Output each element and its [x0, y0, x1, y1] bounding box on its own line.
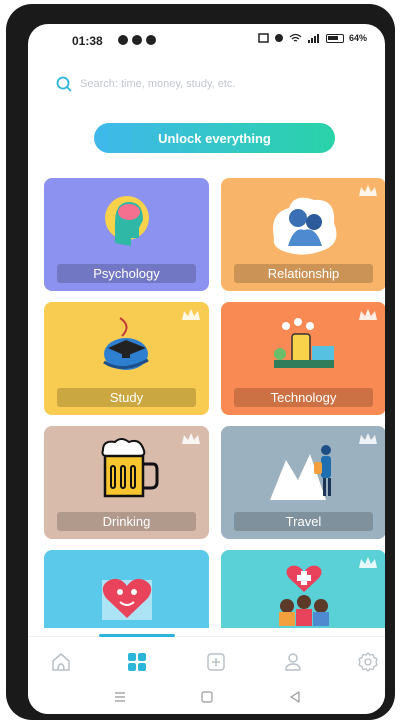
- back-icon[interactable]: [288, 690, 302, 704]
- status-time: 01:38: [72, 34, 103, 48]
- alarm-icon: [275, 34, 283, 42]
- category-label: Psychology: [57, 264, 196, 283]
- category-card-family[interactable]: [221, 550, 385, 628]
- battery-percent: 64%: [349, 33, 368, 43]
- search-icon: [56, 76, 72, 92]
- notification-icon: [118, 35, 128, 45]
- battery-icon: [326, 33, 344, 43]
- family-heart-icon: [278, 565, 329, 626]
- crown-icon: [359, 185, 377, 196]
- nav-profile[interactable]: [280, 649, 306, 675]
- nav-categories[interactable]: [124, 649, 150, 675]
- system-icons: 64%: [258, 33, 367, 43]
- category-card-psychology[interactable]: Psychology: [44, 178, 209, 291]
- category-label: Travel: [234, 512, 373, 531]
- crown-icon: [359, 433, 377, 444]
- notification-icon: [146, 35, 156, 45]
- search-bar[interactable]: Search: time, money, study, etc.: [56, 74, 356, 94]
- notification-icons: [118, 35, 156, 45]
- home-button-icon[interactable]: [200, 690, 214, 704]
- signal-icon: [308, 34, 319, 43]
- menu-icon[interactable]: [113, 690, 127, 704]
- category-card-relationship[interactable]: Relationship: [221, 178, 385, 291]
- crown-icon: [182, 309, 200, 320]
- unlock-everything-button[interactable]: Unlock everything: [94, 123, 335, 153]
- wifi-icon: [289, 33, 302, 42]
- category-label: Study: [57, 388, 196, 407]
- notification-icon: [132, 35, 142, 45]
- profile-icon: [285, 653, 301, 671]
- nav-settings[interactable]: [355, 649, 381, 675]
- heart-character-icon: [101, 578, 152, 620]
- app-screen: 01:38 64% Search: time, money, study, et…: [28, 24, 385, 714]
- couple-illustration: [272, 197, 336, 255]
- beer-mug-icon: [101, 438, 158, 498]
- category-card-technology[interactable]: Technology: [221, 302, 385, 415]
- traveler-illustration: [269, 445, 331, 500]
- phone-frame: 01:38 64% Search: time, money, study, et…: [6, 4, 395, 720]
- category-card-study[interactable]: Study: [44, 302, 209, 415]
- active-tab-indicator: [99, 634, 175, 637]
- graduation-cap-icon: [102, 317, 149, 370]
- category-label: Technology: [234, 388, 373, 407]
- crown-icon: [182, 433, 200, 444]
- category-card-drinking[interactable]: Drinking: [44, 426, 209, 539]
- category-card-travel[interactable]: Travel: [221, 426, 385, 539]
- technology-illustration: [273, 318, 334, 368]
- settings-icon: [358, 652, 378, 672]
- bottom-nav: [28, 634, 385, 689]
- category-label: Relationship: [234, 264, 373, 283]
- nav-add[interactable]: [203, 649, 229, 675]
- category-card-love[interactable]: [44, 550, 209, 628]
- status-bar: 01:38 64%: [28, 24, 385, 60]
- crown-icon: [359, 309, 377, 320]
- home-icon: [52, 653, 70, 671]
- crown-icon: [359, 557, 377, 568]
- nfc-icon: [258, 33, 269, 43]
- brain-head-icon: [104, 196, 149, 246]
- nav-home[interactable]: [48, 649, 74, 675]
- add-icon: [207, 653, 225, 671]
- categories-icon: [128, 653, 146, 671]
- category-label: Drinking: [57, 512, 196, 531]
- system-navigation-bar: [28, 688, 385, 714]
- search-input[interactable]: Search: time, money, study, etc.: [80, 78, 236, 90]
